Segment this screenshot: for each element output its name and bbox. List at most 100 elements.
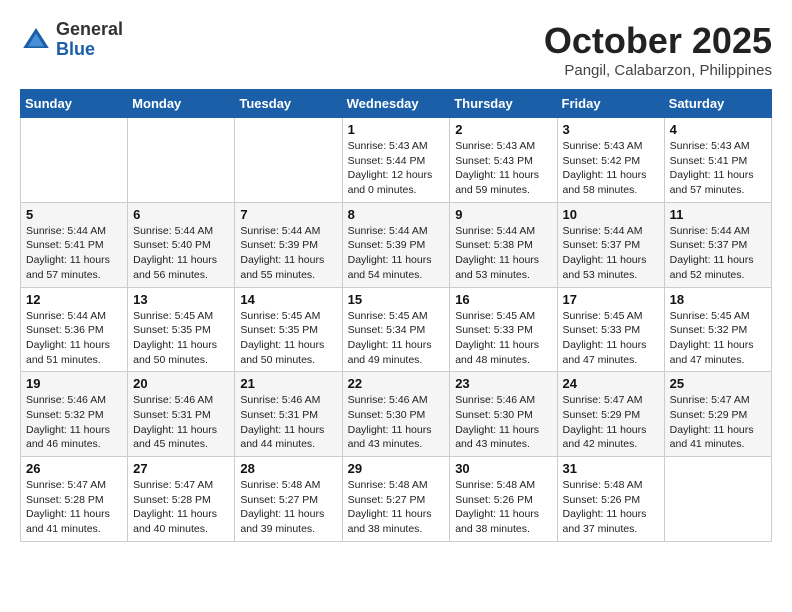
calendar-cell: 25 Sunrise: 5:47 AM Sunset: 5:29 PM Dayli… [664, 372, 771, 457]
day-number: 30 [455, 461, 551, 476]
month-title: October 2025 [544, 20, 772, 62]
location-text: Pangil, Calabarzon, Philippines [544, 62, 772, 79]
calendar-cell [235, 118, 342, 203]
day-number: 14 [240, 292, 336, 307]
cell-content: Sunrise: 5:48 AM Sunset: 5:26 PM Dayligh… [455, 478, 551, 537]
calendar-cell: 5 Sunrise: 5:44 AM Sunset: 5:41 PM Daylig… [21, 202, 128, 287]
cell-content: Sunrise: 5:44 AM Sunset: 5:38 PM Dayligh… [455, 224, 551, 283]
cell-content: Sunrise: 5:44 AM Sunset: 5:41 PM Dayligh… [26, 224, 122, 283]
day-number: 25 [670, 376, 766, 391]
logo-text: General Blue [56, 20, 123, 60]
cell-content: Sunrise: 5:45 AM Sunset: 5:34 PM Dayligh… [348, 309, 445, 368]
calendar-cell: 14 Sunrise: 5:45 AM Sunset: 5:35 PM Dayli… [235, 287, 342, 372]
calendar-cell: 1Sunrise: 5:43 AM Sunset: 5:44 PM Daylig… [342, 118, 450, 203]
cell-content: Sunrise: 5:46 AM Sunset: 5:31 PM Dayligh… [240, 393, 336, 452]
cell-content: Sunrise: 5:45 AM Sunset: 5:33 PM Dayligh… [455, 309, 551, 368]
calendar-table: SundayMondayTuesdayWednesdayThursdayFrid… [20, 89, 772, 542]
logo-icon [20, 24, 52, 56]
calendar-cell: 19Sunrise: 5:46 AM Sunset: 5:32 PM Dayli… [21, 372, 128, 457]
cell-content: Sunrise: 5:45 AM Sunset: 5:32 PM Dayligh… [670, 309, 766, 368]
day-number: 22 [348, 376, 445, 391]
logo: General Blue [20, 20, 123, 60]
cell-content: Sunrise: 5:47 AM Sunset: 5:29 PM Dayligh… [563, 393, 659, 452]
day-number: 20 [133, 376, 229, 391]
calendar-cell: 30 Sunrise: 5:48 AM Sunset: 5:26 PM Dayli… [450, 457, 557, 542]
day-number: 26 [26, 461, 122, 476]
day-header: Saturday [664, 90, 771, 118]
day-header: Friday [557, 90, 664, 118]
calendar-cell: 20 Sunrise: 5:46 AM Sunset: 5:31 PM Dayli… [128, 372, 235, 457]
day-number: 21 [240, 376, 336, 391]
cell-content: Sunrise: 5:48 AM Sunset: 5:26 PM Dayligh… [563, 478, 659, 537]
calendar-cell: 28Sunrise: 5:48 AM Sunset: 5:27 PM Dayli… [235, 457, 342, 542]
calendar-cell: 6 Sunrise: 5:44 AM Sunset: 5:40 PM Daylig… [128, 202, 235, 287]
calendar-week-row: 19Sunrise: 5:46 AM Sunset: 5:32 PM Dayli… [21, 372, 772, 457]
day-number: 5 [26, 207, 122, 222]
day-number: 16 [455, 292, 551, 307]
calendar-cell: 3Sunrise: 5:43 AM Sunset: 5:42 PM Daylig… [557, 118, 664, 203]
cell-content: Sunrise: 5:48 AM Sunset: 5:27 PM Dayligh… [348, 478, 445, 537]
day-number: 18 [670, 292, 766, 307]
calendar-cell: 24Sunrise: 5:47 AM Sunset: 5:29 PM Dayli… [557, 372, 664, 457]
calendar-cell: 18 Sunrise: 5:45 AM Sunset: 5:32 PM Dayli… [664, 287, 771, 372]
day-number: 29 [348, 461, 445, 476]
calendar-cell: 4 Sunrise: 5:43 AM Sunset: 5:41 PM Daylig… [664, 118, 771, 203]
calendar-cell: 10Sunrise: 5:44 AM Sunset: 5:37 PM Dayli… [557, 202, 664, 287]
cell-content: Sunrise: 5:43 AM Sunset: 5:43 PM Dayligh… [455, 139, 551, 198]
cell-content: Sunrise: 5:44 AM Sunset: 5:40 PM Dayligh… [133, 224, 229, 283]
calendar-week-row: 12 Sunrise: 5:44 AM Sunset: 5:36 PM Dayli… [21, 287, 772, 372]
calendar-cell: 23 Sunrise: 5:46 AM Sunset: 5:30 PM Dayli… [450, 372, 557, 457]
cell-content: Sunrise: 5:46 AM Sunset: 5:30 PM Dayligh… [348, 393, 445, 452]
cell-content: Sunrise: 5:46 AM Sunset: 5:31 PM Dayligh… [133, 393, 229, 452]
day-number: 31 [563, 461, 659, 476]
cell-content: Sunrise: 5:46 AM Sunset: 5:32 PM Dayligh… [26, 393, 122, 452]
logo-general-text: General [56, 20, 123, 40]
calendar-cell: 15Sunrise: 5:45 AM Sunset: 5:34 PM Dayli… [342, 287, 450, 372]
cell-content: Sunrise: 5:46 AM Sunset: 5:30 PM Dayligh… [455, 393, 551, 452]
day-number: 9 [455, 207, 551, 222]
day-header: Thursday [450, 90, 557, 118]
page-header: General Blue October 2025 Pangil, Calaba… [20, 20, 772, 79]
title-block: October 2025 Pangil, Calabarzon, Philipp… [544, 20, 772, 79]
day-number: 4 [670, 122, 766, 137]
calendar-cell: 9 Sunrise: 5:44 AM Sunset: 5:38 PM Daylig… [450, 202, 557, 287]
calendar-cell: 13 Sunrise: 5:45 AM Sunset: 5:35 PM Dayli… [128, 287, 235, 372]
cell-content: Sunrise: 5:44 AM Sunset: 5:39 PM Dayligh… [240, 224, 336, 283]
calendar-cell: 26Sunrise: 5:47 AM Sunset: 5:28 PM Dayli… [21, 457, 128, 542]
cell-content: Sunrise: 5:45 AM Sunset: 5:33 PM Dayligh… [563, 309, 659, 368]
day-number: 17 [563, 292, 659, 307]
day-number: 7 [240, 207, 336, 222]
day-number: 2 [455, 122, 551, 137]
calendar-cell: 21 Sunrise: 5:46 AM Sunset: 5:31 PM Dayli… [235, 372, 342, 457]
day-number: 27 [133, 461, 229, 476]
cell-content: Sunrise: 5:43 AM Sunset: 5:42 PM Dayligh… [563, 139, 659, 198]
day-number: 11 [670, 207, 766, 222]
day-number: 8 [348, 207, 445, 222]
day-number: 28 [240, 461, 336, 476]
calendar-cell: 29 Sunrise: 5:48 AM Sunset: 5:27 PM Dayli… [342, 457, 450, 542]
calendar-cell [21, 118, 128, 203]
cell-content: Sunrise: 5:44 AM Sunset: 5:37 PM Dayligh… [563, 224, 659, 283]
calendar-cell: 12 Sunrise: 5:44 AM Sunset: 5:36 PM Dayli… [21, 287, 128, 372]
cell-content: Sunrise: 5:44 AM Sunset: 5:37 PM Dayligh… [670, 224, 766, 283]
calendar-cell: 7 Sunrise: 5:44 AM Sunset: 5:39 PM Daylig… [235, 202, 342, 287]
day-number: 13 [133, 292, 229, 307]
calendar-week-row: 1Sunrise: 5:43 AM Sunset: 5:44 PM Daylig… [21, 118, 772, 203]
calendar-header-row: SundayMondayTuesdayWednesdayThursdayFrid… [21, 90, 772, 118]
calendar-cell: 31 Sunrise: 5:48 AM Sunset: 5:26 PM Dayli… [557, 457, 664, 542]
cell-content: Sunrise: 5:47 AM Sunset: 5:29 PM Dayligh… [670, 393, 766, 452]
day-number: 6 [133, 207, 229, 222]
day-number: 23 [455, 376, 551, 391]
calendar-cell: 8Sunrise: 5:44 AM Sunset: 5:39 PM Daylig… [342, 202, 450, 287]
cell-content: Sunrise: 5:45 AM Sunset: 5:35 PM Dayligh… [133, 309, 229, 368]
cell-content: Sunrise: 5:45 AM Sunset: 5:35 PM Dayligh… [240, 309, 336, 368]
day-header: Monday [128, 90, 235, 118]
calendar-cell [664, 457, 771, 542]
day-number: 12 [26, 292, 122, 307]
calendar-week-row: 26Sunrise: 5:47 AM Sunset: 5:28 PM Dayli… [21, 457, 772, 542]
calendar-cell: 22 Sunrise: 5:46 AM Sunset: 5:30 PM Dayli… [342, 372, 450, 457]
calendar-week-row: 5 Sunrise: 5:44 AM Sunset: 5:41 PM Daylig… [21, 202, 772, 287]
cell-content: Sunrise: 5:43 AM Sunset: 5:41 PM Dayligh… [670, 139, 766, 198]
cell-content: Sunrise: 5:44 AM Sunset: 5:36 PM Dayligh… [26, 309, 122, 368]
calendar-cell: 17 Sunrise: 5:45 AM Sunset: 5:33 PM Dayli… [557, 287, 664, 372]
